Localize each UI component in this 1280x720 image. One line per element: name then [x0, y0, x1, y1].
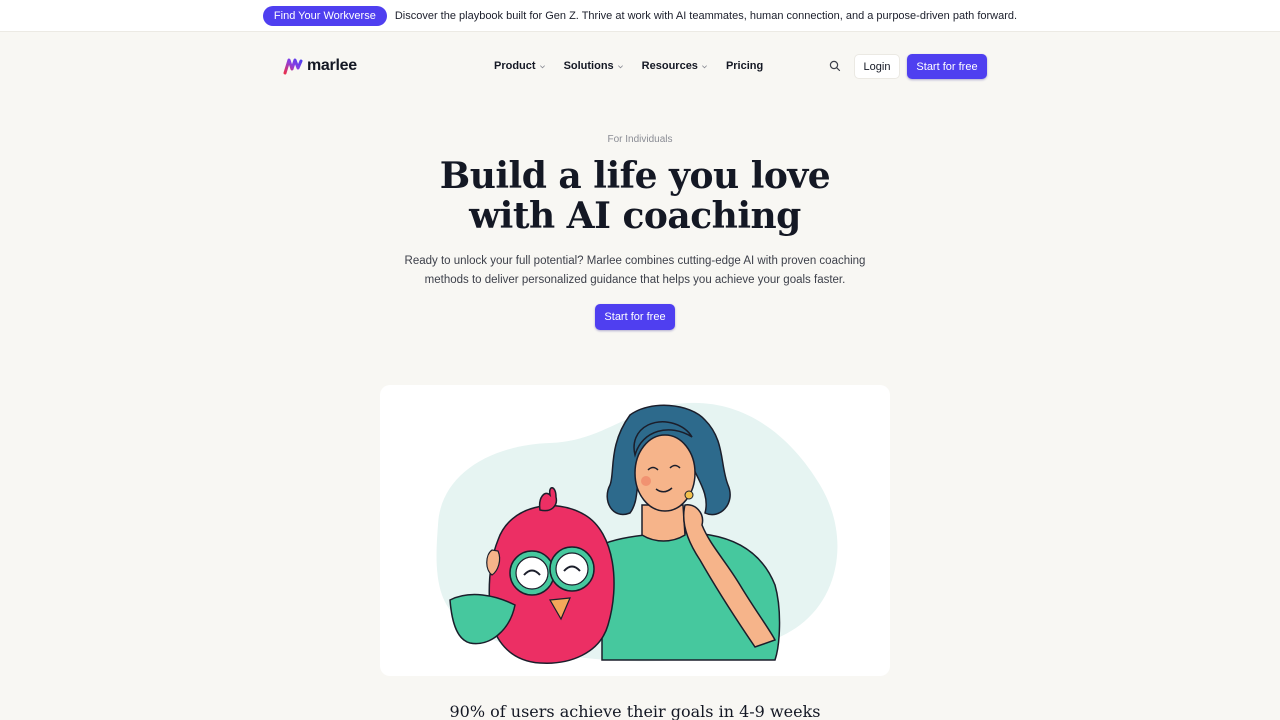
woman-earring [684, 490, 694, 500]
search-icon[interactable] [828, 59, 842, 73]
owl-eye [515, 556, 549, 590]
hero-eyebrow: For Individuals [607, 134, 673, 145]
hero-illustration-card [380, 385, 890, 676]
woman-face [634, 434, 696, 512]
owl-body [488, 504, 615, 664]
woman-cheek [641, 476, 651, 486]
nav-item-label: Product [494, 60, 536, 72]
login-button[interactable]: Login [854, 54, 900, 79]
nav-item-solutions[interactable]: Solutions [564, 60, 624, 72]
chevron-down-icon [701, 64, 707, 68]
announcement-pill-button[interactable]: Find Your Workverse [262, 5, 387, 26]
woman-with-owl-illustration [436, 402, 838, 664]
start-for-free-hero-button[interactable]: Start for free [595, 304, 675, 330]
chevron-down-icon [539, 64, 545, 68]
stats-headline: 90% of users achieve their goals in 4-9 … [449, 702, 821, 720]
brand-name: marlee [307, 57, 357, 74]
nav-item-pricing[interactable]: Pricing [726, 60, 763, 72]
brand-logo[interactable]: marlee [283, 54, 357, 78]
announcement-text: Discover the playbook built for Gen Z. T… [394, 9, 1018, 22]
nav-item-label: Pricing [725, 60, 764, 72]
nav-item-label: Resources [641, 60, 698, 72]
main-nav: Product Solutions Resources Pricing [494, 52, 763, 80]
nav-item-resources[interactable]: Resources [642, 60, 708, 72]
hero-title-line-1: Build a life you love [439, 155, 831, 197]
chevron-down-icon [617, 64, 623, 68]
announcement-bar: Find Your Workverse Discover the playboo… [0, 0, 1280, 32]
hero-title-line-2: with AI coaching [469, 195, 801, 237]
nav-item-product[interactable]: Product [494, 60, 546, 72]
site-header: marlee Product Solutions Resources Prici… [283, 52, 987, 80]
start-for-free-header-button[interactable]: Start for free [907, 54, 987, 79]
hero-title: Build a life you love with AI coaching [0, 156, 1270, 236]
owl-eye [555, 552, 589, 586]
nav-item-label: Solutions [563, 60, 614, 72]
marlee-logo-icon [283, 58, 303, 75]
hero-subtitle: Ready to unlock your full potential? Mar… [404, 255, 866, 286]
